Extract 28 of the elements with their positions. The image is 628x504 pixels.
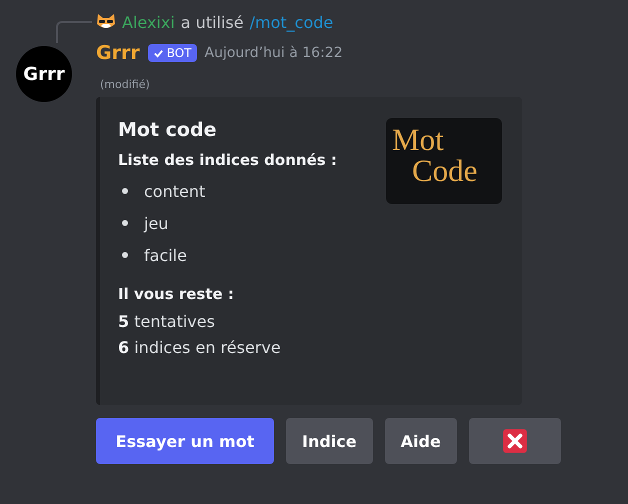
- cross-mark-icon: [502, 428, 528, 454]
- list-item: facile: [144, 246, 187, 264]
- thumbnail-text: Mot: [392, 124, 445, 155]
- action-button[interactable]: Indice: [286, 418, 373, 464]
- action-button[interactable]: Aide: [384, 418, 457, 464]
- field-line: 5 tentatives: [118, 311, 216, 333]
- avatar[interactable]: Grrr: [16, 46, 72, 102]
- reply-username[interactable]: Alexixi: [122, 12, 175, 32]
- embed-title: Mot code: [118, 119, 218, 141]
- field-name: Il vous reste :: [118, 285, 235, 303]
- bullet-icon: [122, 220, 128, 226]
- timestamp: Aujourd’hui à 16:22: [204, 45, 343, 61]
- close-button[interactable]: [468, 418, 561, 464]
- cat-face-icon: [96, 13, 116, 31]
- command-link[interactable]: /mot_code: [250, 12, 334, 32]
- list-item: jeu: [144, 214, 168, 232]
- bullet-icon: [122, 188, 128, 194]
- bullet-icon: [122, 252, 128, 258]
- bot-badge: BOT: [148, 44, 197, 62]
- field-name: Liste des indices donnés :: [118, 151, 337, 169]
- edited-label: (modifié): [99, 77, 151, 93]
- reply-connector: [56, 21, 92, 43]
- action-button[interactable]: Essayer un mot: [96, 418, 274, 464]
- list-item: content: [144, 182, 206, 200]
- field-line: 6 indices en réserve: [118, 337, 282, 359]
- thumbnail-text: Code: [411, 155, 478, 186]
- author-name[interactable]: Grrr: [96, 42, 140, 64]
- reply-text: a utilisé: [180, 12, 244, 32]
